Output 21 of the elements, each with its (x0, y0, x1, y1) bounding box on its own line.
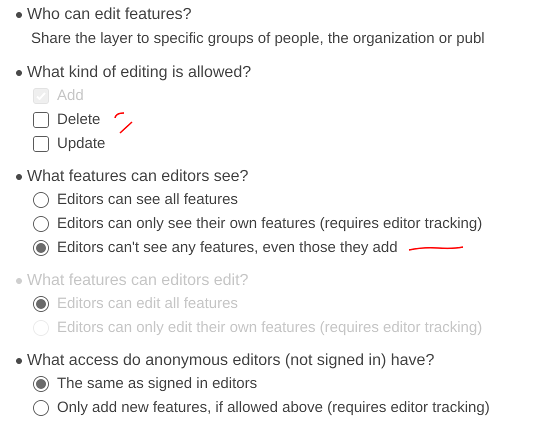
pen-mark-drawing (114, 112, 134, 134)
option-label: Only add new features, if allowed above (requires editor tracking) (57, 398, 490, 418)
option-label: Delete (57, 110, 100, 130)
radio-button[interactable] (33, 240, 49, 256)
pen-mark (408, 246, 464, 252)
option-label: Update (57, 134, 106, 154)
radio-button[interactable] (33, 400, 49, 416)
checkbox[interactable] (33, 136, 49, 152)
option-label: Editors can only see their own features (requires editor tracking) (57, 214, 482, 234)
option-label: The same as signed in editors (57, 374, 258, 394)
option-label: Editors can't see any features, even those they add (57, 238, 398, 258)
radio-button[interactable] (33, 192, 49, 208)
question-heading: What access do anonymous editors (not signed in) have? (27, 351, 434, 371)
question-heading: What kind of editing is allowed? (27, 63, 252, 83)
checkbox[interactable] (33, 112, 49, 128)
question-heading: What features can editors see? (27, 167, 248, 187)
question-heading: Who can edit features? (27, 5, 192, 25)
description-text: Share the layer to specific groups of people, the organization or publ (31, 28, 485, 49)
radio-button[interactable] (33, 216, 49, 232)
option-label: Editors can see all features (57, 190, 238, 210)
radio-button[interactable] (33, 376, 49, 392)
